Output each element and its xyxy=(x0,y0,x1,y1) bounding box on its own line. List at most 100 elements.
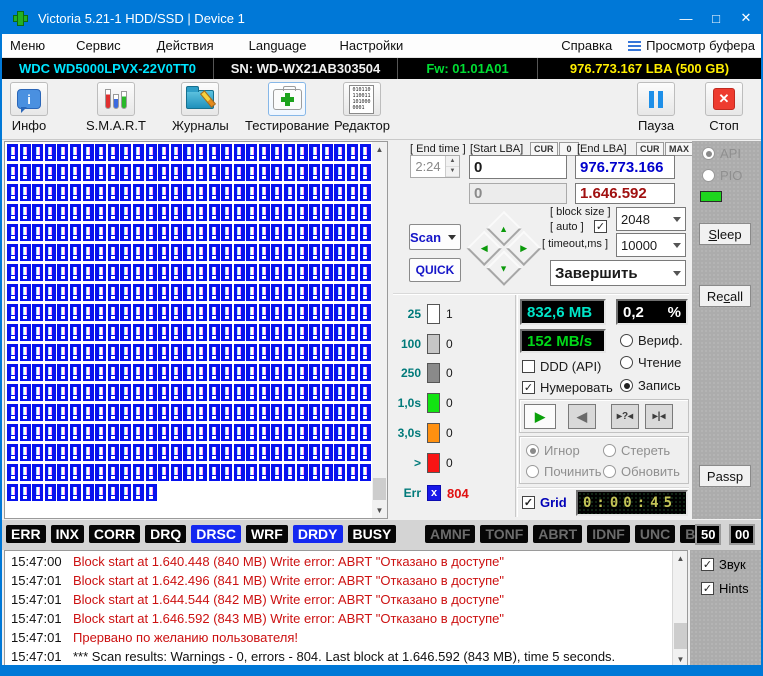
log-row: 15:47:01Прервано по желанию пользователя… xyxy=(5,628,671,647)
block-cell xyxy=(309,424,320,441)
api-radio[interactable]: API xyxy=(702,146,741,161)
start-lba-input[interactable]: 0 xyxy=(469,155,567,179)
scroll-down-icon[interactable]: ▼ xyxy=(372,503,387,518)
end-lba-input[interactable]: 976.773.166 xyxy=(575,155,675,179)
smart-button[interactable]: S.M.A.R.T xyxy=(86,82,146,137)
ignore-radio[interactable]: Игнор xyxy=(526,443,580,458)
refresh-radio[interactable]: Обновить xyxy=(603,464,680,479)
block-cell xyxy=(347,444,358,461)
block-cell xyxy=(120,144,131,161)
passp-button[interactable]: Passp xyxy=(699,465,751,487)
sleep-button[interactable]: Sleep xyxy=(699,223,751,245)
block-cell xyxy=(32,364,43,381)
block-cell xyxy=(7,204,18,221)
block-cell xyxy=(221,264,232,281)
block-cell xyxy=(108,484,119,501)
block-cell xyxy=(284,204,295,221)
editor-button[interactable]: 010110 110011 101000 0001 Редактор xyxy=(334,82,390,137)
block-cell xyxy=(70,304,81,321)
pause-button[interactable]: Пауза xyxy=(637,82,675,137)
block-cell xyxy=(309,144,320,161)
pio-radio[interactable]: PIO xyxy=(702,168,742,183)
write-radio[interactable]: Запись xyxy=(620,378,681,393)
log-panel: 15:47:00Block start at 1.640.448 (840 MB… xyxy=(4,550,688,668)
menu-settings[interactable]: Настройки xyxy=(335,36,407,55)
recall-button[interactable]: Recall xyxy=(699,285,751,307)
testing-button[interactable]: Тестирование xyxy=(245,82,329,137)
end-time-spinner[interactable]: 2:24 ▲▼ xyxy=(410,155,460,178)
menu-language[interactable]: Language xyxy=(245,36,311,55)
numerate-checkbox[interactable]: ✓Нумеровать xyxy=(522,380,613,395)
end-lba-max-button[interactable]: MAX xyxy=(665,142,693,156)
stop-button[interactable]: ✕ Стоп xyxy=(705,82,743,137)
auto-checkbox[interactable]: ✓ xyxy=(594,220,607,233)
back-button[interactable]: ◀ xyxy=(568,404,596,429)
block-cell xyxy=(32,184,43,201)
end-lba-cur-button[interactable]: CUR xyxy=(636,142,664,156)
block-cell xyxy=(45,144,56,161)
scroll-up-icon[interactable]: ▲ xyxy=(372,142,387,157)
block-cell xyxy=(334,244,345,261)
grid-checkbox[interactable]: ✓Grid xyxy=(522,495,567,510)
info-button[interactable]: i Инфо xyxy=(10,82,48,137)
logs-button[interactable]: Журналы xyxy=(172,82,229,137)
log-scroll-thumb[interactable] xyxy=(674,623,687,649)
block-cell xyxy=(57,324,68,341)
menu-actions[interactable]: Действия xyxy=(153,36,218,55)
retry-errors-button[interactable]: ▸?◂ xyxy=(611,404,639,429)
quick-button[interactable]: QUICK xyxy=(409,258,461,282)
block-cell xyxy=(95,464,106,481)
block-cell xyxy=(196,344,207,361)
grid-scroll-thumb[interactable] xyxy=(373,478,386,500)
block-cell xyxy=(209,264,220,281)
menu-service[interactable]: Сервис xyxy=(72,36,125,55)
block-cell xyxy=(83,284,94,301)
error-count: 804 xyxy=(447,486,469,501)
scan-button[interactable]: Scan xyxy=(409,224,461,250)
block-cell xyxy=(221,304,232,321)
menu-buffer-view[interactable]: Просмотр буфера xyxy=(628,38,755,53)
erase-radio[interactable]: Стереть xyxy=(603,443,670,458)
ddd-api-checkbox[interactable]: DDD (API) xyxy=(522,359,601,374)
block-cell xyxy=(146,304,157,321)
start-lba-cur-button[interactable]: CUR xyxy=(530,142,558,156)
block-cell xyxy=(360,204,371,221)
menu-help[interactable]: Справка xyxy=(557,36,616,55)
verify-radio[interactable]: Вериф. xyxy=(620,333,683,348)
spinner-arrows-icon[interactable]: ▲▼ xyxy=(445,156,459,177)
block-cell xyxy=(108,144,119,161)
block-cell xyxy=(221,144,232,161)
block-cell xyxy=(196,384,207,401)
hints-checkbox[interactable]: ✓Hints xyxy=(701,581,749,596)
block-cell xyxy=(45,164,56,181)
minimize-button[interactable]: — xyxy=(671,2,701,34)
block-cell xyxy=(196,464,207,481)
read-radio[interactable]: Чтение xyxy=(620,355,681,370)
block-cell xyxy=(284,284,295,301)
block-cell xyxy=(70,204,81,221)
block-cell xyxy=(309,244,320,261)
maximize-button[interactable]: □ xyxy=(701,2,731,34)
menu-menu[interactable]: Меню xyxy=(6,36,49,55)
block-cell xyxy=(57,484,68,501)
grid-scrollbar[interactable]: ▲ ▼ xyxy=(372,142,387,518)
block-cell xyxy=(259,444,270,461)
title-bar[interactable]: Victoria 5.21-1 HDD/SSD | Device 1 — □ ✕ xyxy=(2,2,761,34)
scroll-up-icon[interactable]: ▲ xyxy=(673,551,688,566)
block-size-select[interactable]: 2048 xyxy=(616,207,686,231)
remap-radio[interactable]: Починить xyxy=(526,464,602,479)
sound-checkbox[interactable]: ✓Звук xyxy=(701,557,746,572)
block-cell xyxy=(221,204,232,221)
block-cell xyxy=(7,164,18,181)
start-scan-button[interactable]: ▶ xyxy=(524,404,556,429)
log-scrollbar[interactable]: ▲ ▼ xyxy=(672,551,687,667)
block-cell xyxy=(196,204,207,221)
finish-action-select[interactable]: Завершить xyxy=(550,260,686,286)
log-message: *** Scan results: Warnings - 0, errors -… xyxy=(59,649,615,664)
seek-edge-button[interactable]: ▸|◂ xyxy=(645,404,673,429)
block-cell xyxy=(347,464,358,481)
start-lba-zero-button[interactable]: 0 xyxy=(559,142,579,156)
timeout-select[interactable]: 10000 xyxy=(616,233,686,257)
close-button[interactable]: ✕ xyxy=(731,2,761,34)
block-cell xyxy=(234,324,245,341)
